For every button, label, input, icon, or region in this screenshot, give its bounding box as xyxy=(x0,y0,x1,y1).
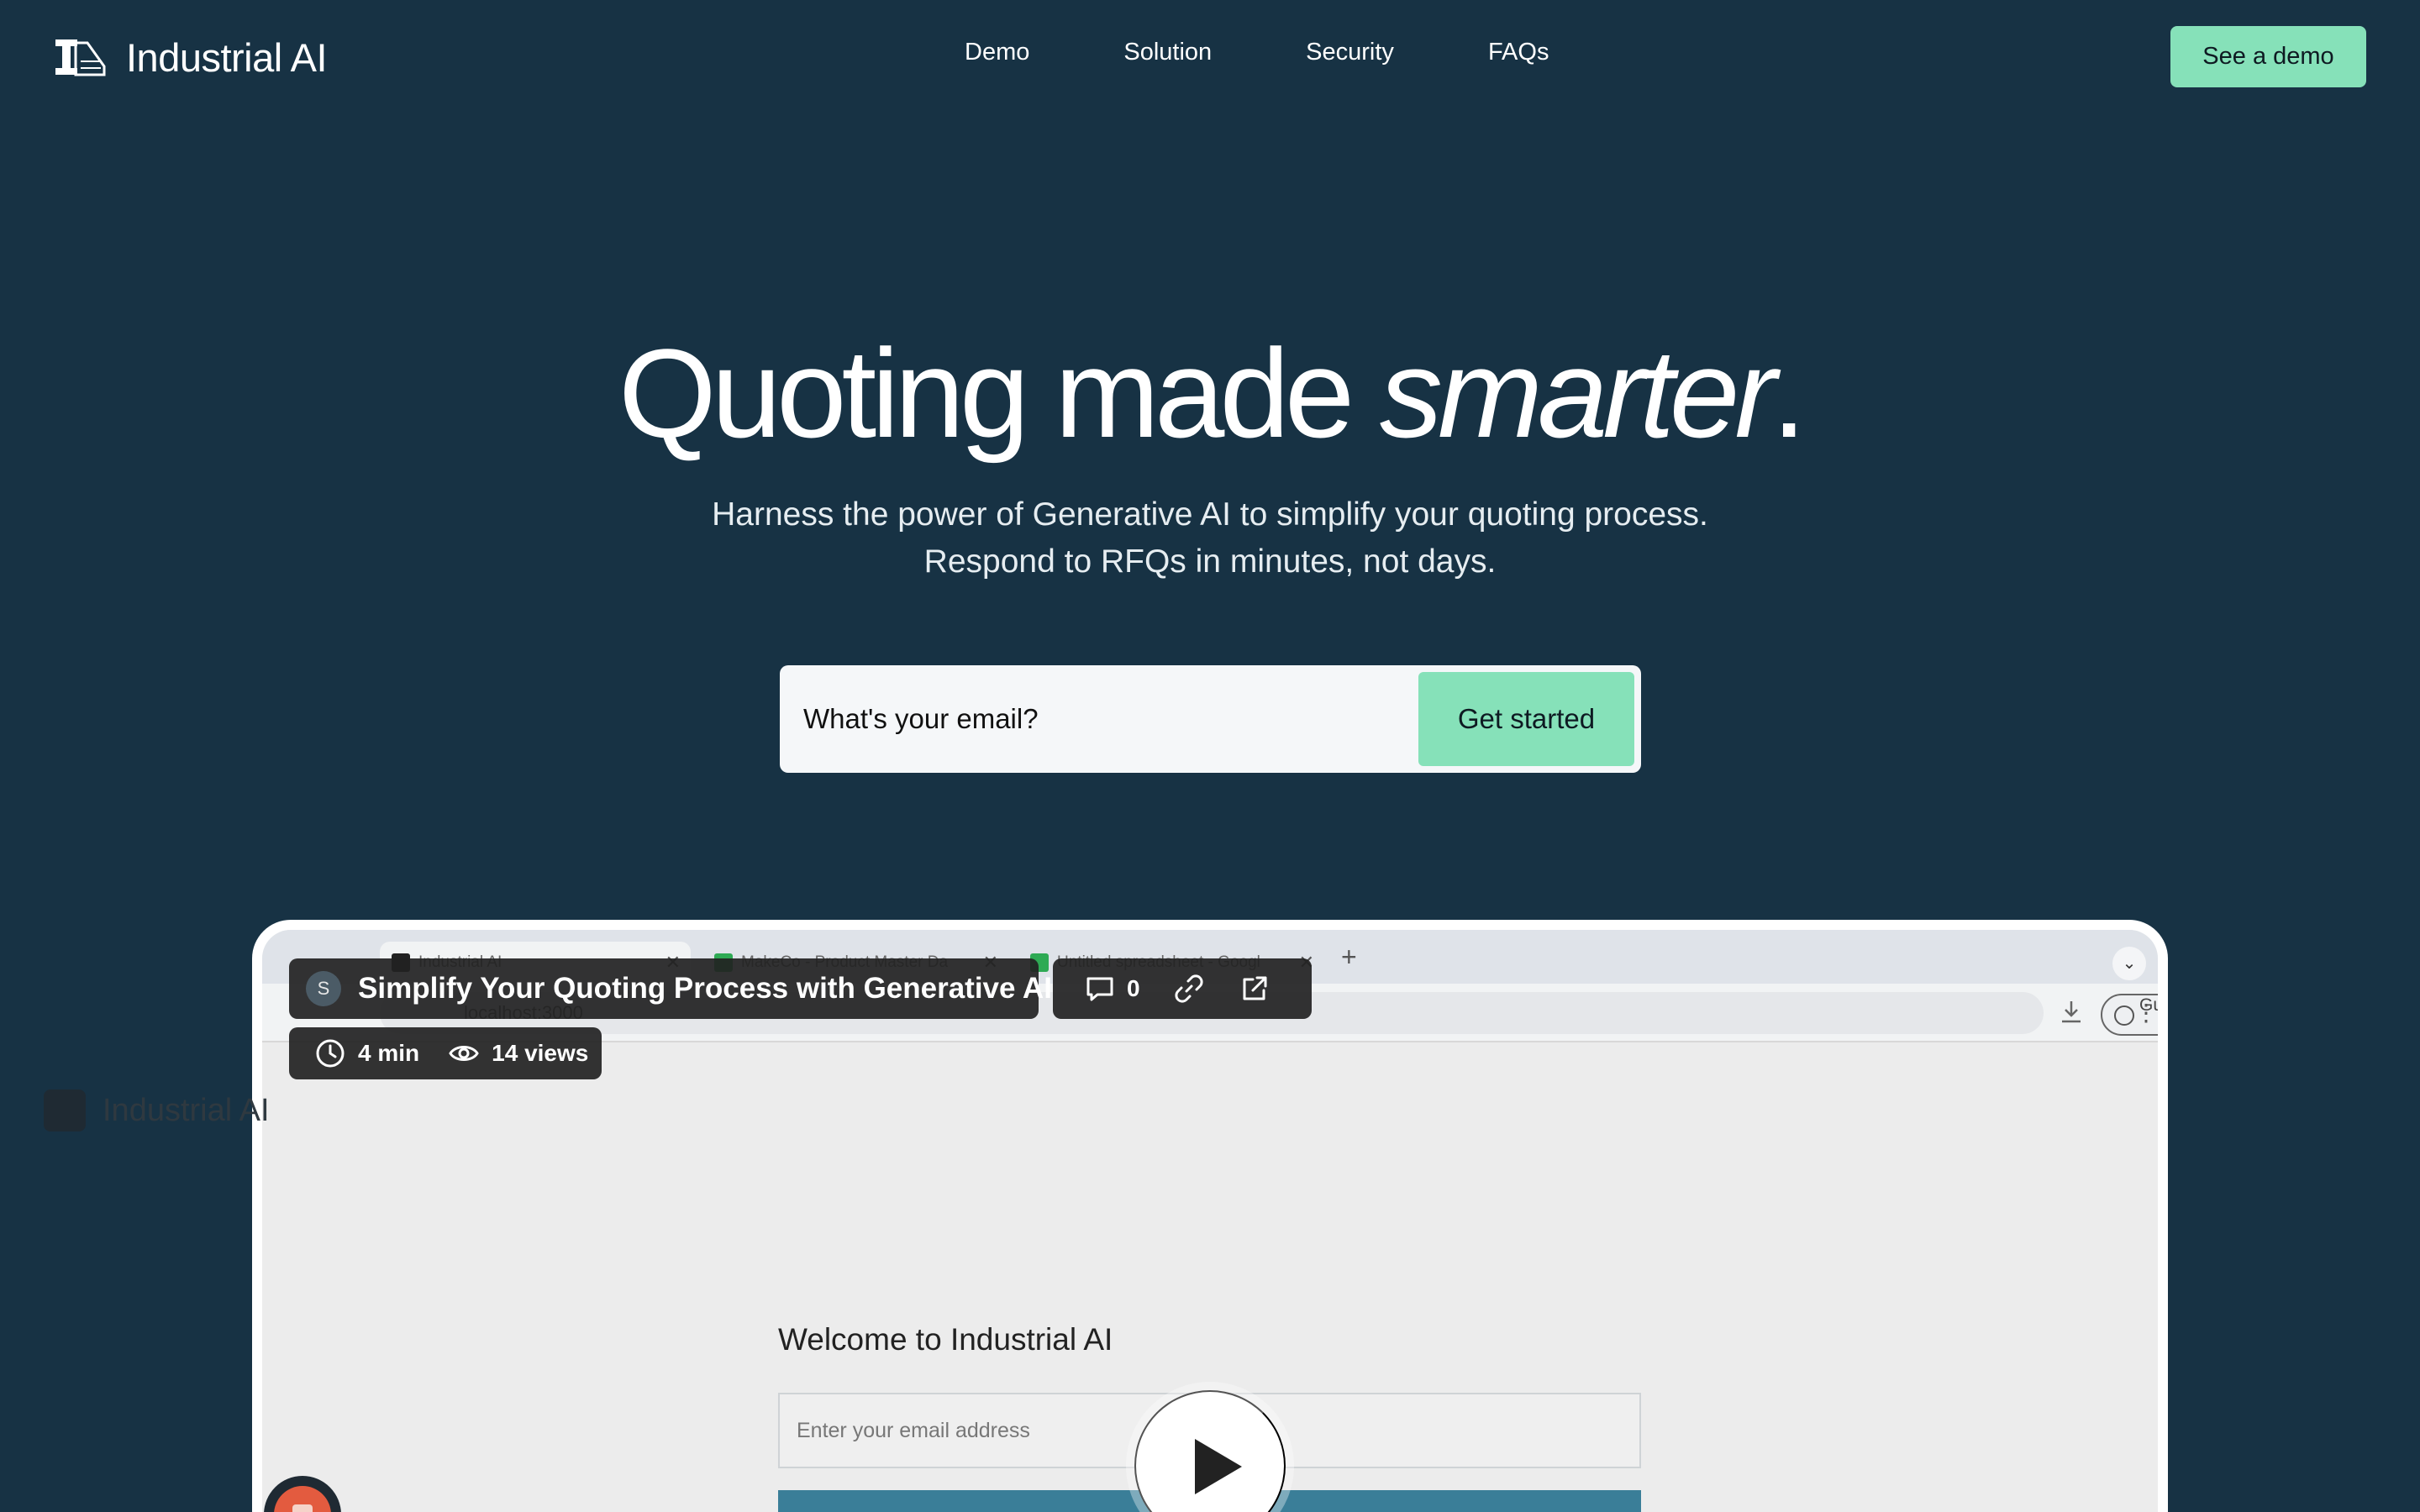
video-title-pill[interactable]: S Simplify Your Quoting Process with Gen… xyxy=(289,958,1052,1019)
email-input[interactable] xyxy=(803,690,1408,748)
hero-title-main: Quoting made xyxy=(618,323,1380,464)
video-duration: 4 min xyxy=(358,1040,420,1066)
video-views: 14 views xyxy=(492,1040,589,1066)
inner-welcome-heading: Welcome to Industrial AI xyxy=(778,1322,1113,1357)
nav-links: Demo Solution Security FAQs xyxy=(965,39,1549,66)
chevron-down-icon: ⌄ xyxy=(2112,947,2146,980)
inner-app-brand: Industrial AI xyxy=(44,1089,270,1131)
more-vert-icon: ⋮ xyxy=(2134,1000,2158,1026)
landing-page: Industrial AI Demo Solution Security FAQ… xyxy=(0,0,2420,1512)
video-actions-pill: 0 xyxy=(1053,958,1312,1019)
avatar: S xyxy=(306,971,341,1006)
brand-logo-link[interactable]: Industrial AI xyxy=(54,32,328,82)
inner-logo-icon xyxy=(44,1089,86,1131)
hero-subtitle-line1: Harness the power of Generative AI to si… xyxy=(712,496,1708,533)
clock-icon xyxy=(316,1039,345,1068)
comment-count: 0 xyxy=(1127,975,1140,1001)
hero-subtitle: Harness the power of Generative AI to si… xyxy=(0,491,2420,585)
eye-icon xyxy=(449,1046,479,1061)
hero-title-period: . xyxy=(1771,323,1807,464)
see-a-demo-button[interactable]: See a demo xyxy=(2170,26,2366,87)
hero-subtitle-line2: Respond to RFQs in minutes, not days. xyxy=(923,543,1497,580)
nav-link-demo[interactable]: Demo xyxy=(965,39,1029,66)
play-icon xyxy=(1195,1439,1242,1494)
download-icon xyxy=(2062,1001,2081,1023)
hero-title: Quoting made smarter. xyxy=(0,318,2420,469)
external-link-icon[interactable] xyxy=(1238,972,1271,1005)
top-nav: Industrial AI Demo Solution Security FAQ… xyxy=(0,0,2420,114)
email-signup-form: Get started xyxy=(780,665,1641,773)
nav-link-solution[interactable]: Solution xyxy=(1123,39,1212,66)
video-meta-pill: 4 min 14 views xyxy=(289,1027,602,1079)
nav-link-faqs[interactable]: FAQs xyxy=(1488,39,1549,66)
brand-name: Industrial AI xyxy=(126,34,328,80)
link-icon[interactable] xyxy=(1172,972,1206,1005)
get-started-button[interactable]: Get started xyxy=(1418,672,1634,766)
nav-link-security[interactable]: Security xyxy=(1306,39,1394,66)
inner-app-name: Industrial AI xyxy=(103,1092,270,1128)
video-title: Simplify Your Quoting Process with Gener… xyxy=(358,972,1052,1005)
stop-icon xyxy=(292,1504,313,1512)
guest-icon xyxy=(2114,1005,2134,1026)
new-tab-icon: + xyxy=(1341,942,1357,972)
comment-icon[interactable] xyxy=(1083,972,1117,1005)
logo-icon xyxy=(55,39,106,76)
hero-title-emphasis: smarter xyxy=(1379,323,1776,464)
